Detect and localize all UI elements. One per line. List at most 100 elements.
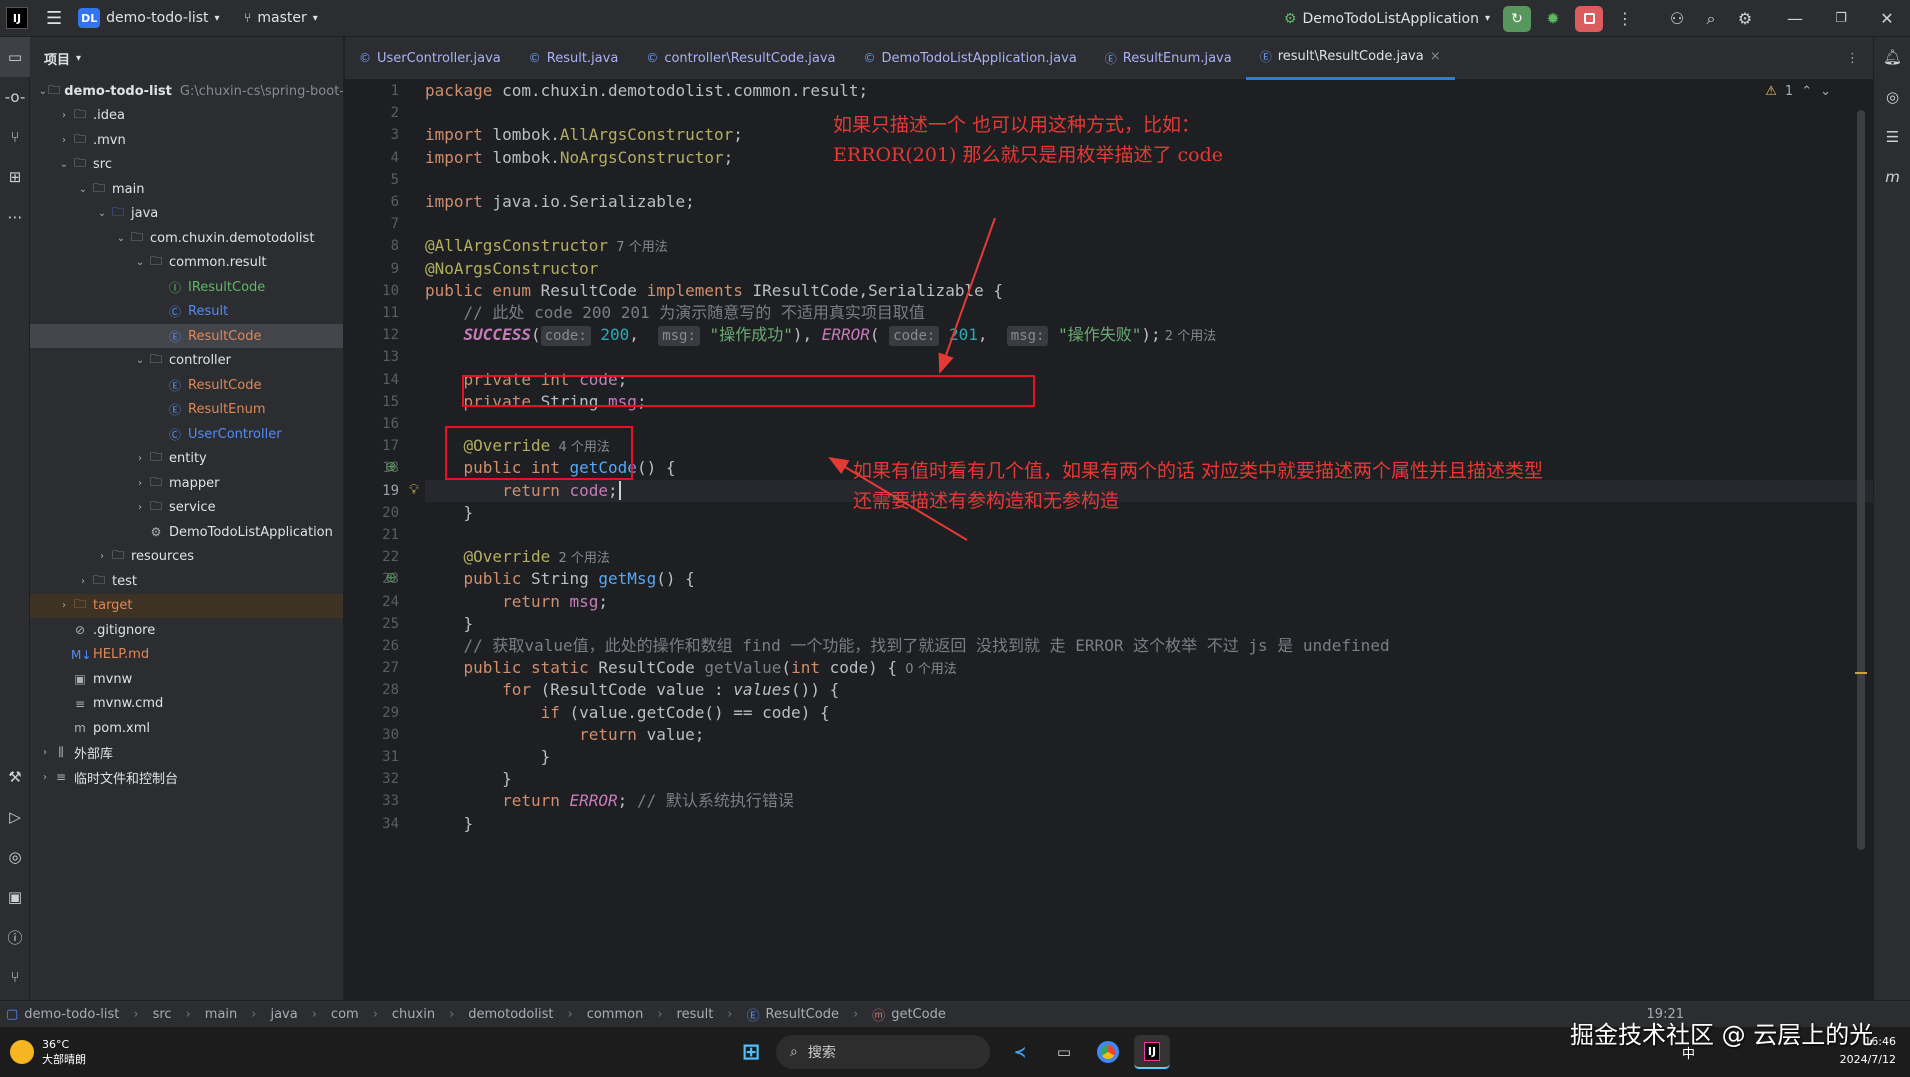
intellij-app[interactable]: IJ [1134, 1035, 1170, 1069]
chrome-app[interactable] [1090, 1035, 1126, 1069]
tree-item--[interactable]: › ≡ 临时文件和控制台 [30, 765, 343, 789]
run-config-selector[interactable]: ⚙ DemoTodoListApplication ▾ [1276, 0, 1498, 37]
tree-item-main[interactable]: ⌄ 🗀 main [30, 177, 343, 201]
tree-item-service[interactable]: › 🗀 service [30, 496, 343, 520]
settings-button[interactable]: ⚙ [1728, 0, 1762, 37]
tab-result-java[interactable]: © Result.java [515, 37, 633, 80]
tabs-more-button[interactable]: ⋮ [1846, 51, 1859, 66]
tree-item-resultcode[interactable]: Ⓔ ResultCode [30, 324, 343, 348]
breadcrumb-item[interactable]: getCode [891, 1007, 946, 1022]
chevron-icon[interactable]: › [133, 502, 147, 513]
tree-item-src[interactable]: ⌄ 🗀 src [30, 153, 343, 177]
tree-item-resources[interactable]: › 🗀 resources [30, 545, 343, 569]
tab-result-resultcode-java[interactable]: Ⓔresult\ResultCode.java × [1245, 37, 1455, 80]
build-tool-button[interactable]: ⚒ [0, 757, 30, 797]
vscode-app[interactable]: ≺ [1002, 1035, 1038, 1069]
breadcrumb-item[interactable]: result [677, 1007, 714, 1022]
tree-item-result[interactable]: Ⓒ Result [30, 300, 343, 324]
breadcrumb-item[interactable]: java [270, 1007, 297, 1022]
breadcrumb-item[interactable]: com [331, 1007, 359, 1022]
tree-item-test[interactable]: › 🗀 test [30, 569, 343, 593]
tree-item-mvnw-cmd[interactable]: ≡ mvnw.cmd [30, 692, 343, 716]
tree-item-java[interactable]: ⌄ 🗀 java [30, 202, 343, 226]
chevron-icon[interactable]: › [57, 600, 71, 611]
run-tool-button[interactable]: ▷ [0, 797, 30, 837]
chevron-icon[interactable]: › [133, 478, 147, 489]
intellij-logo-icon[interactable]: IJ [6, 7, 28, 29]
more-actions-button[interactable]: ⋮ [1608, 0, 1642, 37]
close-tab-button[interactable]: × [1430, 49, 1441, 64]
problems-tool-button[interactable]: ⓘ [0, 917, 30, 957]
restore-button[interactable]: ❐ [1818, 0, 1864, 37]
tree-item-target[interactable]: › 🗀 target [30, 593, 343, 618]
tree-item-resultenum[interactable]: Ⓔ ResultEnum [30, 398, 343, 422]
chevron-icon[interactable]: › [76, 576, 90, 587]
taskbar-search[interactable]: ⌕ 搜索 [776, 1035, 990, 1069]
rerun-button[interactable]: ↻ [1503, 5, 1531, 32]
tab-demotodolistapplication-java[interactable]: © DemoTodoListApplication.java [850, 37, 1091, 80]
project-panel-header[interactable]: 项目 ▾ [30, 37, 343, 79]
tree-item-usercontroller[interactable]: Ⓒ UserController [30, 422, 343, 446]
tree-item-mvnw[interactable]: ▣ mvnw [30, 667, 343, 691]
commit-tool-button[interactable]: -o- [0, 77, 30, 117]
tree-item--mvn[interactable]: › 🗀 .mvn [30, 128, 343, 152]
tree-item--idea[interactable]: › 🗀 .idea [30, 104, 343, 128]
chevron-icon[interactable]: ⌄ [38, 86, 48, 97]
tree-item-common-result[interactable]: ⌄ 🗀 common.result [30, 251, 343, 275]
tree-item-entity[interactable]: › 🗀 entity [30, 447, 343, 471]
chevron-icon[interactable]: ⌄ [114, 233, 128, 244]
start-button[interactable]: ⊞ [733, 1035, 769, 1069]
vcs-branch-switcher[interactable]: ⑂ master ▾ [236, 0, 326, 37]
tree-item-demotodolistapplication[interactable]: ⚙ DemoTodoListApplication [30, 520, 343, 544]
code-with-me-button[interactable]: ⚇ [1660, 0, 1694, 37]
tree-item-mapper[interactable]: › 🗀 mapper [30, 471, 343, 495]
chevron-icon[interactable]: › [57, 110, 71, 121]
chevron-icon[interactable]: ⌄ [133, 355, 147, 366]
breadcrumb-item[interactable]: main [205, 1007, 237, 1022]
minimize-button[interactable]: — [1772, 0, 1818, 37]
maven-button[interactable]: m [1874, 157, 1910, 197]
project-switcher[interactable]: DL demo-todo-list ▾ [70, 0, 227, 37]
tree-item-controller[interactable]: ⌄ 🗀 controller [30, 349, 343, 373]
chevron-icon[interactable]: › [38, 772, 52, 783]
services-tool-button[interactable]: ◎ [0, 837, 30, 877]
more-tools-button[interactable]: ⋯ [0, 197, 30, 237]
weather-widget[interactable]: 36°C 大部晴朗 [10, 1038, 86, 1067]
tree-item--gitignore[interactable]: ⊘ .gitignore [30, 618, 343, 642]
git-tool-button[interactable]: ⑂ [0, 957, 30, 997]
database-button[interactable]: ☰ [1874, 117, 1910, 157]
terminal-tool-button[interactable]: ▣ [0, 877, 30, 917]
ai-assistant-button[interactable]: ◎ [1874, 77, 1910, 117]
tree-item-help-md[interactable]: M↓ HELP.md [30, 643, 343, 667]
code-editor[interactable]: 1 2 3 4 5 6 7 8 9 10 11 12 13 14 15 16 17 18 19 20 21 22 23 24 2… [345, 80, 1873, 1000]
breadcrumb-item[interactable]: chuxin [392, 1007, 435, 1022]
tree-item-pom-xml[interactable]: m pom.xml [30, 716, 343, 740]
breadcrumb-item[interactable]: demotodolist [468, 1007, 553, 1022]
structure-tool-button[interactable]: ⊞ [0, 157, 30, 197]
pull-requests-tool-button[interactable]: ⑂ [0, 117, 30, 157]
chevron-icon[interactable]: ⌄ [76, 184, 90, 195]
debug-button[interactable]: ✹ [1536, 0, 1570, 37]
chevron-icon[interactable]: › [38, 747, 52, 758]
tree-item-demo-todo-list[interactable]: ⌄ 🗀 demo-todo-list G:\chuxin-cs\spring-boot… [30, 79, 343, 103]
tree-item-com-chuxin-demotodolist[interactable]: ⌄ 🗀 com.chuxin.demotodolist [30, 226, 343, 250]
tab-usercontroller-java[interactable]: © UserController.java [345, 37, 515, 80]
stop-button[interactable] [1575, 5, 1603, 32]
tree-item-iresultcode[interactable]: Ⓘ IResultCode [30, 275, 343, 299]
breadcrumb-item[interactable]: src [153, 1007, 172, 1022]
tab-resultenum-java[interactable]: Ⓔ ResultEnum.java [1091, 37, 1246, 80]
tree-item--[interactable]: › ⫼ 外部库 [30, 741, 343, 765]
project-tool-button[interactable]: ▭ [0, 37, 30, 77]
notifications-button[interactable]: 🔔︎ [1874, 37, 1910, 77]
search-everywhere-button[interactable]: ⌕ [1694, 0, 1728, 37]
main-menu-button[interactable]: ☰ [38, 0, 70, 37]
tree-item-resultcode[interactable]: Ⓔ ResultCode [30, 373, 343, 397]
chevron-icon[interactable]: ⌄ [57, 159, 71, 170]
tab-controller-resultcode-java[interactable]: © controller\ResultCode.java [632, 37, 849, 80]
chevron-icon[interactable]: › [57, 135, 71, 146]
breadcrumb-item[interactable]: demo-todo-list [24, 1007, 119, 1022]
chevron-icon[interactable]: ⌄ [95, 208, 109, 219]
chevron-icon[interactable]: › [95, 551, 109, 562]
terminal-app[interactable]: ▭ [1046, 1035, 1082, 1069]
close-window-button[interactable]: ✕ [1864, 0, 1910, 37]
